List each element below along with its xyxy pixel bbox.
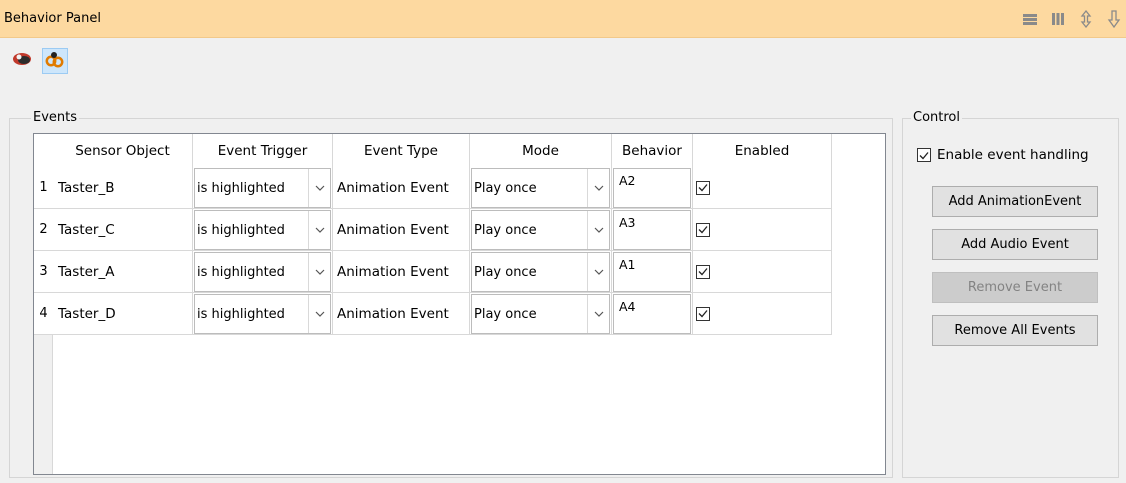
chevron-down-icon xyxy=(308,211,330,249)
event-trigger-cell: is highlighted xyxy=(193,293,333,335)
event-trigger-cell: is highlighted xyxy=(193,167,333,209)
mode-dropdown[interactable]: Play once xyxy=(471,252,610,292)
chevron-down-icon xyxy=(308,169,330,207)
event-trigger-dropdown[interactable]: is highlighted xyxy=(194,294,331,334)
sensor-object-text: Taster_C xyxy=(58,221,115,238)
row-number: 3 xyxy=(34,251,53,293)
event-type-cell[interactable]: Animation Event xyxy=(333,293,470,335)
enable-event-handling-label: Enable event handling xyxy=(937,147,1089,163)
event-trigger-dropdown[interactable]: is highlighted xyxy=(194,252,331,292)
behavior-cell: A4 xyxy=(612,293,693,335)
sensor-object-cell[interactable]: Taster_C xyxy=(53,209,193,251)
chevron-down-icon xyxy=(308,295,330,333)
enabled-checkbox[interactable] xyxy=(696,180,710,195)
mode-dropdown[interactable]: Play once xyxy=(471,294,610,334)
event-type-text: Animation Event xyxy=(337,305,449,322)
chevron-down-icon xyxy=(587,253,609,291)
add-animation-event-button[interactable]: Add AnimationEvent xyxy=(932,186,1098,217)
behavior-cell: A1 xyxy=(612,251,693,293)
behavior-field[interactable]: A3 xyxy=(613,210,691,250)
control-legend: Control xyxy=(911,110,962,125)
chevron-down-icon xyxy=(308,253,330,291)
sensor-object-cell[interactable]: Taster_B xyxy=(53,167,193,209)
behavior-cell: A2 xyxy=(612,167,693,209)
panel-titlebar: Behavior Panel xyxy=(0,0,1126,38)
remove-all-events-button[interactable]: Remove All Events xyxy=(932,315,1098,346)
behavior-field[interactable]: A4 xyxy=(613,294,691,334)
mode-cell: Play once xyxy=(470,167,612,209)
enable-event-handling-option[interactable]: Enable event handling xyxy=(917,147,1089,163)
add-audio-event-button[interactable]: Add Audio Event xyxy=(932,229,1098,260)
event-type-text: Animation Event xyxy=(337,263,449,280)
enabled-checkbox[interactable] xyxy=(696,264,710,279)
chevron-down-icon xyxy=(587,295,609,333)
enabled-cell xyxy=(693,251,832,293)
behavior-field[interactable]: A2 xyxy=(613,168,691,208)
mode-dropdown[interactable]: Play once xyxy=(471,210,610,250)
event-trigger-dropdown[interactable]: is highlighted xyxy=(194,210,331,250)
event-type-cell[interactable]: Animation Event xyxy=(333,209,470,251)
sensor-object-text: Taster_A xyxy=(58,263,115,280)
sensor-object-cell[interactable]: Taster_D xyxy=(53,293,193,335)
event-trigger-cell: is highlighted xyxy=(193,251,333,293)
col-header-event-type[interactable]: Event Type xyxy=(333,134,470,167)
enabled-checkbox[interactable] xyxy=(696,306,710,321)
rows-icon[interactable] xyxy=(1020,9,1040,29)
event-trigger-cell: is highlighted xyxy=(193,209,333,251)
col-header-enabled[interactable]: Enabled xyxy=(693,134,832,167)
enabled-cell xyxy=(693,209,832,251)
event-type-text: Animation Event xyxy=(337,179,449,196)
col-header-event-trigger[interactable]: Event Trigger xyxy=(193,134,333,167)
behavior-cell: A3 xyxy=(612,209,693,251)
remove-event-button[interactable]: Remove Event xyxy=(932,272,1098,303)
event-links-button[interactable] xyxy=(42,48,68,74)
mode-cell: Play once xyxy=(470,293,612,335)
sensor-object-text: Taster_D xyxy=(58,305,116,322)
chevron-down-icon xyxy=(587,211,609,249)
col-header-behavior[interactable]: Behavior xyxy=(612,134,693,167)
row-number: 1 xyxy=(34,167,53,209)
dock-down-icon[interactable] xyxy=(1104,9,1124,29)
chevron-down-icon xyxy=(587,169,609,207)
sensor-object-text: Taster_B xyxy=(58,179,115,196)
object-view-button[interactable] xyxy=(10,48,36,74)
object-view-icon xyxy=(12,50,34,72)
col-header-mode[interactable]: Mode xyxy=(470,134,612,167)
event-trigger-dropdown[interactable]: is highlighted xyxy=(194,168,331,208)
columns-icon[interactable] xyxy=(1048,9,1068,29)
mode-dropdown[interactable]: Play once xyxy=(471,168,610,208)
events-table: Sensor Object Event Trigger Event Type M… xyxy=(33,133,886,475)
enabled-cell xyxy=(693,293,832,335)
enabled-cell xyxy=(693,167,832,209)
sensor-object-cell[interactable]: Taster_A xyxy=(53,251,193,293)
enable-event-handling-checkbox[interactable] xyxy=(917,148,931,162)
mode-cell: Play once xyxy=(470,209,612,251)
enabled-checkbox[interactable] xyxy=(696,222,710,237)
behavior-field[interactable]: A1 xyxy=(613,252,691,292)
expand-vertical-icon[interactable] xyxy=(1076,9,1096,29)
event-links-icon xyxy=(45,50,65,72)
row-number: 4 xyxy=(34,293,53,335)
row-number: 2 xyxy=(34,209,53,251)
mode-cell: Play once xyxy=(470,251,612,293)
events-legend: Events xyxy=(31,110,80,125)
event-type-text: Animation Event xyxy=(337,221,449,238)
event-type-cell[interactable]: Animation Event xyxy=(333,167,470,209)
panel-title: Behavior Panel xyxy=(4,11,101,26)
col-header-sensor-object[interactable]: Sensor Object xyxy=(53,134,193,167)
event-type-cell[interactable]: Animation Event xyxy=(333,251,470,293)
